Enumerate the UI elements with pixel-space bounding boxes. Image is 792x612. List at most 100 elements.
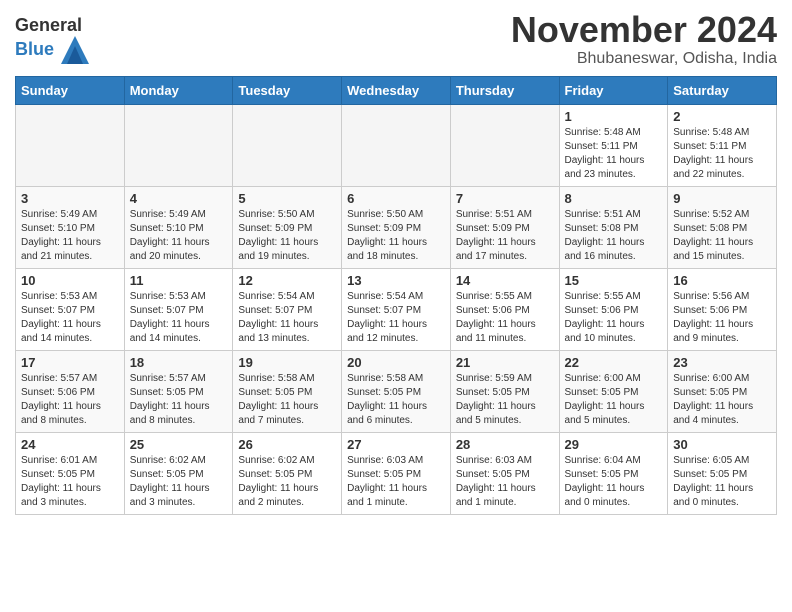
calendar-subtitle: Bhubaneswar, Odisha, India bbox=[511, 50, 777, 68]
day-number: 11 bbox=[130, 273, 228, 288]
day-number: 23 bbox=[673, 355, 771, 370]
calendar-cell bbox=[342, 104, 451, 186]
calendar-cell: 28 Sunrise: 6:03 AMSunset: 5:05 PMDayligh… bbox=[450, 432, 559, 514]
header-sunday: Sunday bbox=[16, 76, 125, 104]
calendar-cell bbox=[450, 104, 559, 186]
calendar-cell: 18 Sunrise: 5:57 AMSunset: 5:05 PMDayligh… bbox=[124, 350, 233, 432]
calendar-cell: 8 Sunrise: 5:51 AMSunset: 5:08 PMDaylight… bbox=[559, 186, 668, 268]
calendar-cell: 7 Sunrise: 5:51 AMSunset: 5:09 PMDaylight… bbox=[450, 186, 559, 268]
logo-general: General bbox=[15, 15, 82, 35]
day-number: 9 bbox=[673, 191, 771, 206]
day-info: Sunrise: 5:55 AMSunset: 5:06 PMDaylight:… bbox=[456, 290, 554, 346]
calendar-week-3: 10 Sunrise: 5:53 AMSunset: 5:07 PMDayligh… bbox=[16, 268, 777, 350]
calendar-cell: 20 Sunrise: 5:58 AMSunset: 5:05 PMDayligh… bbox=[342, 350, 451, 432]
calendar-cell: 22 Sunrise: 6:00 AMSunset: 5:05 PMDayligh… bbox=[559, 350, 668, 432]
day-number: 26 bbox=[238, 437, 336, 452]
day-info: Sunrise: 6:05 AMSunset: 5:05 PMDaylight:… bbox=[673, 454, 771, 510]
header-saturday: Saturday bbox=[668, 76, 777, 104]
day-number: 6 bbox=[347, 191, 445, 206]
day-info: Sunrise: 5:49 AMSunset: 5:10 PMDaylight:… bbox=[130, 208, 228, 264]
day-number: 18 bbox=[130, 355, 228, 370]
calendar-cell: 19 Sunrise: 5:58 AMSunset: 5:05 PMDayligh… bbox=[233, 350, 342, 432]
day-info: Sunrise: 6:03 AMSunset: 5:05 PMDaylight:… bbox=[456, 454, 554, 510]
calendar-cell: 12Sunrise: 5:54 AMSunset: 5:07 PMDayligh… bbox=[233, 268, 342, 350]
header-friday: Friday bbox=[559, 76, 668, 104]
day-number: 24 bbox=[21, 437, 119, 452]
page: General Blue November 2024 Bhubaneswar, … bbox=[0, 0, 792, 530]
day-number: 21 bbox=[456, 355, 554, 370]
calendar-cell: 30 Sunrise: 6:05 AMSunset: 5:05 PMDayligh… bbox=[668, 432, 777, 514]
calendar-cell: 27 Sunrise: 6:03 AMSunset: 5:05 PMDayligh… bbox=[342, 432, 451, 514]
day-info: Sunrise: 5:58 AMSunset: 5:05 PMDaylight:… bbox=[238, 372, 336, 428]
calendar-cell: 11 Sunrise: 5:53 AMSunset: 5:07 PMDayligh… bbox=[124, 268, 233, 350]
calendar-cell: 26 Sunrise: 6:02 AMSunset: 5:05 PMDayligh… bbox=[233, 432, 342, 514]
calendar-cell: 17 Sunrise: 5:57 AMSunset: 5:06 PMDayligh… bbox=[16, 350, 125, 432]
day-number: 8 bbox=[565, 191, 663, 206]
day-info: Sunrise: 6:01 AMSunset: 5:05 PMDaylight:… bbox=[21, 454, 119, 510]
day-number: 27 bbox=[347, 437, 445, 452]
day-info: Sunrise: 5:52 AMSunset: 5:08 PMDaylight:… bbox=[673, 208, 771, 264]
header-tuesday: Tuesday bbox=[233, 76, 342, 104]
day-number: 1 bbox=[565, 109, 663, 124]
calendar-week-5: 24 Sunrise: 6:01 AMSunset: 5:05 PMDayligh… bbox=[16, 432, 777, 514]
calendar-cell: 21 Sunrise: 5:59 AMSunset: 5:05 PMDayligh… bbox=[450, 350, 559, 432]
calendar-week-2: 3 Sunrise: 5:49 AMSunset: 5:10 PMDaylight… bbox=[16, 186, 777, 268]
day-info: Sunrise: 6:00 AMSunset: 5:05 PMDaylight:… bbox=[565, 372, 663, 428]
day-info: Sunrise: 6:00 AMSunset: 5:05 PMDaylight:… bbox=[673, 372, 771, 428]
day-number: 15 bbox=[565, 273, 663, 288]
day-number: 17 bbox=[21, 355, 119, 370]
calendar-table: Sunday Monday Tuesday Wednesday Thursday… bbox=[15, 76, 777, 515]
calendar-cell: 16Sunrise: 5:56 AMSunset: 5:06 PMDayligh… bbox=[668, 268, 777, 350]
day-info: Sunrise: 5:53 AMSunset: 5:07 PMDaylight:… bbox=[130, 290, 228, 346]
title-block: November 2024 Bhubaneswar, Odisha, India bbox=[511, 10, 777, 68]
calendar-cell: 15 Sunrise: 5:55 AMSunset: 5:06 PMDayligh… bbox=[559, 268, 668, 350]
calendar-cell: 2 Sunrise: 5:48 AMSunset: 5:11 PMDaylight… bbox=[668, 104, 777, 186]
day-info: Sunrise: 5:50 AMSunset: 5:09 PMDaylight:… bbox=[238, 208, 336, 264]
calendar-cell bbox=[16, 104, 125, 186]
day-number: 2 bbox=[673, 109, 771, 124]
day-info: Sunrise: 6:02 AMSunset: 5:05 PMDaylight:… bbox=[130, 454, 228, 510]
day-number: 10 bbox=[21, 273, 119, 288]
calendar-cell: 5 Sunrise: 5:50 AMSunset: 5:09 PMDaylight… bbox=[233, 186, 342, 268]
calendar-cell: 6Sunrise: 5:50 AMSunset: 5:09 PMDaylight… bbox=[342, 186, 451, 268]
calendar-cell: 25Sunrise: 6:02 AMSunset: 5:05 PMDayligh… bbox=[124, 432, 233, 514]
day-info: Sunrise: 6:02 AMSunset: 5:05 PMDaylight:… bbox=[238, 454, 336, 510]
day-number: 3 bbox=[21, 191, 119, 206]
header-wednesday: Wednesday bbox=[342, 76, 451, 104]
calendar-cell bbox=[233, 104, 342, 186]
day-number: 19 bbox=[238, 355, 336, 370]
logo-icon bbox=[61, 36, 89, 64]
day-info: Sunrise: 5:48 AMSunset: 5:11 PMDaylight:… bbox=[565, 126, 663, 182]
calendar-week-1: 1 Sunrise: 5:48 AMSunset: 5:11 PMDaylight… bbox=[16, 104, 777, 186]
calendar-cell: 14 Sunrise: 5:55 AMSunset: 5:06 PMDayligh… bbox=[450, 268, 559, 350]
calendar-header-row: Sunday Monday Tuesday Wednesday Thursday… bbox=[16, 76, 777, 104]
day-number: 30 bbox=[673, 437, 771, 452]
day-info: Sunrise: 5:59 AMSunset: 5:05 PMDaylight:… bbox=[456, 372, 554, 428]
day-info: Sunrise: 5:51 AMSunset: 5:09 PMDaylight:… bbox=[456, 208, 554, 264]
header: General Blue November 2024 Bhubaneswar, … bbox=[15, 10, 777, 68]
day-info: Sunrise: 5:55 AMSunset: 5:06 PMDaylight:… bbox=[565, 290, 663, 346]
day-info: Sunrise: 5:57 AMSunset: 5:05 PMDaylight:… bbox=[130, 372, 228, 428]
day-number: 28 bbox=[456, 437, 554, 452]
day-info: Sunrise: 5:51 AMSunset: 5:08 PMDaylight:… bbox=[565, 208, 663, 264]
day-info: Sunrise: 5:57 AMSunset: 5:06 PMDaylight:… bbox=[21, 372, 119, 428]
day-number: 12 bbox=[238, 273, 336, 288]
day-info: Sunrise: 6:03 AMSunset: 5:05 PMDaylight:… bbox=[347, 454, 445, 510]
calendar-cell: 9 Sunrise: 5:52 AMSunset: 5:08 PMDaylight… bbox=[668, 186, 777, 268]
header-thursday: Thursday bbox=[450, 76, 559, 104]
day-number: 14 bbox=[456, 273, 554, 288]
calendar-week-4: 17 Sunrise: 5:57 AMSunset: 5:06 PMDayligh… bbox=[16, 350, 777, 432]
day-info: Sunrise: 5:56 AMSunset: 5:06 PMDaylight:… bbox=[673, 290, 771, 346]
day-info: Sunrise: 5:53 AMSunset: 5:07 PMDaylight:… bbox=[21, 290, 119, 346]
calendar-title: November 2024 bbox=[511, 10, 777, 50]
day-info: Sunrise: 5:49 AMSunset: 5:10 PMDaylight:… bbox=[21, 208, 119, 264]
header-monday: Monday bbox=[124, 76, 233, 104]
day-number: 5 bbox=[238, 191, 336, 206]
day-number: 20 bbox=[347, 355, 445, 370]
day-number: 7 bbox=[456, 191, 554, 206]
day-info: Sunrise: 5:58 AMSunset: 5:05 PMDaylight:… bbox=[347, 372, 445, 428]
calendar-cell: 23 Sunrise: 6:00 AMSunset: 5:05 PMDayligh… bbox=[668, 350, 777, 432]
day-info: Sunrise: 5:48 AMSunset: 5:11 PMDaylight:… bbox=[673, 126, 771, 182]
day-number: 22 bbox=[565, 355, 663, 370]
calendar-cell: 24 Sunrise: 6:01 AMSunset: 5:05 PMDayligh… bbox=[16, 432, 125, 514]
